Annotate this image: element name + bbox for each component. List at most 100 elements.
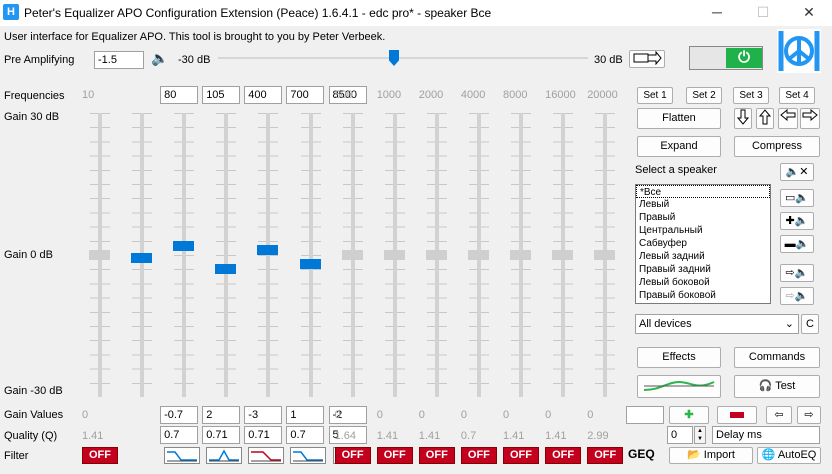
slider-thumb[interactable] bbox=[467, 250, 489, 260]
speaker-list[interactable]: *Все Левый Правый Центральный Сабвуфер Левый … bbox=[635, 184, 771, 304]
maximize-button[interactable]: ☐ bbox=[740, 0, 786, 26]
slider-thumb[interactable] bbox=[552, 250, 574, 260]
remove-band-icon[interactable] bbox=[717, 406, 757, 424]
gain-value-input[interactable]: 0 bbox=[419, 409, 425, 421]
gain-value-input[interactable]: 0 bbox=[503, 409, 509, 421]
filter-peak-icon[interactable] bbox=[206, 447, 243, 464]
quality-input[interactable]: 1.41 bbox=[82, 430, 103, 442]
slider-track[interactable] bbox=[182, 113, 187, 397]
slider-thumb[interactable] bbox=[131, 253, 153, 264]
slider-track[interactable] bbox=[224, 113, 229, 397]
frequency-input[interactable]: 105 bbox=[202, 86, 241, 104]
frequency-input[interactable]: 10 bbox=[82, 89, 94, 101]
speaker-item[interactable]: Сабвуфер bbox=[636, 237, 770, 250]
minimize-button[interactable]: ─ bbox=[694, 0, 740, 26]
speaker-item[interactable]: Левый боковой bbox=[636, 276, 770, 289]
quality-input[interactable]: 0.7 bbox=[160, 426, 199, 444]
import-button[interactable]: 📂 Import bbox=[669, 447, 753, 464]
frequency-input[interactable]: 80 bbox=[160, 86, 199, 104]
speaker-item[interactable]: Центральный bbox=[636, 224, 770, 237]
quality-input[interactable]: 1.64 bbox=[335, 430, 356, 442]
quality-input[interactable]: 1.41 bbox=[545, 430, 566, 442]
slider-track[interactable] bbox=[308, 113, 313, 397]
slider-thumb[interactable] bbox=[215, 264, 237, 275]
expand-button[interactable]: Expand bbox=[637, 136, 721, 157]
speaker-item[interactable]: Левый bbox=[636, 198, 770, 211]
frequency-input[interactable]: 4000 bbox=[461, 89, 485, 101]
gain-value-input[interactable]: 1 bbox=[286, 406, 325, 424]
graph-button[interactable] bbox=[637, 375, 721, 398]
commands-button[interactable]: Commands bbox=[734, 347, 820, 368]
speaker-volume-icon[interactable]: 🔈 bbox=[151, 50, 168, 67]
speaker-item[interactable]: Правый bbox=[636, 211, 770, 224]
preamp-slider-track[interactable] bbox=[218, 57, 588, 59]
speaker-full-icon[interactable]: ▭🔈 bbox=[780, 189, 814, 207]
filter-off-button[interactable]: OFF bbox=[503, 447, 539, 464]
gain-value-input[interactable]: 0 bbox=[461, 409, 467, 421]
speaker-plus-icon[interactable]: ✚🔈 bbox=[780, 212, 814, 230]
c-button[interactable]: C bbox=[801, 314, 819, 334]
gain-value-input[interactable]: 0 bbox=[545, 409, 551, 421]
filter-off-button[interactable]: OFF bbox=[545, 447, 582, 464]
slider-thumb[interactable] bbox=[341, 250, 363, 260]
speaker-item[interactable]: *Все bbox=[636, 185, 770, 198]
slider-thumb[interactable] bbox=[257, 245, 279, 256]
slider-thumb[interactable] bbox=[383, 250, 405, 260]
set-2-button[interactable]: Set 2 bbox=[686, 87, 722, 104]
slider-thumb[interactable] bbox=[425, 250, 447, 260]
effects-button[interactable]: Effects bbox=[637, 347, 721, 368]
quality-input[interactable]: 1.41 bbox=[503, 430, 524, 442]
set-1-button[interactable]: Set 1 bbox=[637, 87, 673, 104]
close-button[interactable]: ✕ bbox=[786, 0, 832, 26]
frequency-input[interactable]: 1000 bbox=[377, 89, 401, 101]
filter-off-button[interactable]: OFF bbox=[376, 447, 413, 464]
speaker-item[interactable]: Левый задний bbox=[636, 250, 770, 263]
shift-left-icon[interactable]: ⇦ bbox=[766, 406, 792, 424]
filter-off-button[interactable]: OFF bbox=[460, 447, 497, 464]
preamp-input[interactable]: -1.5 bbox=[94, 51, 144, 69]
filter-off-button[interactable]: OFF bbox=[82, 447, 118, 464]
frequency-input[interactable]: 400 bbox=[244, 86, 283, 104]
gain-value-input[interactable]: 2 bbox=[202, 406, 241, 424]
geq-button[interactable]: GEQ bbox=[628, 447, 655, 461]
set-4-button[interactable]: Set 4 bbox=[779, 87, 815, 104]
flatten-button[interactable]: Flatten bbox=[637, 108, 721, 129]
frequency-input[interactable]: 2000 bbox=[419, 89, 443, 101]
frequency-input[interactable]: 500 bbox=[335, 89, 353, 101]
slider-thumb[interactable] bbox=[299, 259, 321, 270]
quality-input[interactable]: 2.99 bbox=[587, 430, 608, 442]
preamp-slider-thumb[interactable] bbox=[389, 50, 399, 66]
compress-button[interactable]: Compress bbox=[734, 136, 820, 157]
speaker-mute-icon[interactable]: 🔈✕ bbox=[780, 163, 814, 181]
filter-off-button[interactable]: OFF bbox=[587, 447, 624, 464]
filter-low-pass-icon[interactable] bbox=[248, 447, 285, 464]
slider-thumb[interactable] bbox=[594, 250, 616, 260]
frequency-input[interactable]: 20000 bbox=[587, 89, 618, 101]
gain-value-input[interactable]: 0 bbox=[335, 409, 341, 421]
test-button[interactable]: 🎧 Test bbox=[734, 375, 820, 398]
gain-value-input[interactable]: -0.7 bbox=[160, 406, 199, 424]
autoeq-button[interactable]: 🌐 AutoEQ bbox=[757, 447, 821, 464]
slider-thumb[interactable] bbox=[173, 240, 195, 251]
speaker-item[interactable]: Правый боковой bbox=[636, 289, 770, 302]
frequency-input[interactable]: 16000 bbox=[545, 89, 576, 101]
frequency-input[interactable]: 700 bbox=[286, 86, 325, 104]
arrow-down-icon[interactable] bbox=[734, 108, 752, 129]
speaker-minus-icon[interactable]: ▬🔈 bbox=[780, 235, 814, 253]
arrow-up-icon[interactable] bbox=[756, 108, 774, 129]
speaker-forward-icon[interactable]: ⇨🔈 bbox=[780, 264, 814, 282]
quality-input[interactable]: 1.41 bbox=[377, 430, 398, 442]
arrow-left-icon[interactable] bbox=[778, 108, 798, 129]
device-select[interactable]: All devices ⌄ bbox=[635, 314, 799, 334]
quality-input[interactable]: 0.7 bbox=[461, 430, 476, 442]
shift-right-icon[interactable]: ⇨ bbox=[797, 406, 821, 424]
gain-value-input[interactable]: 0 bbox=[587, 409, 593, 421]
power-toggle[interactable]: ⏻ bbox=[689, 46, 763, 70]
speaker-item[interactable]: Правый задний bbox=[636, 263, 770, 276]
gain-value-input[interactable]: -3 bbox=[244, 406, 283, 424]
delay-input[interactable]: 0 bbox=[667, 426, 693, 444]
filter-low-shelf-icon[interactable] bbox=[164, 447, 201, 464]
gain-value-input[interactable]: 0 bbox=[377, 409, 383, 421]
quality-input[interactable]: 0.71 bbox=[202, 426, 241, 444]
add-band-icon[interactable]: ✚ bbox=[669, 406, 709, 424]
